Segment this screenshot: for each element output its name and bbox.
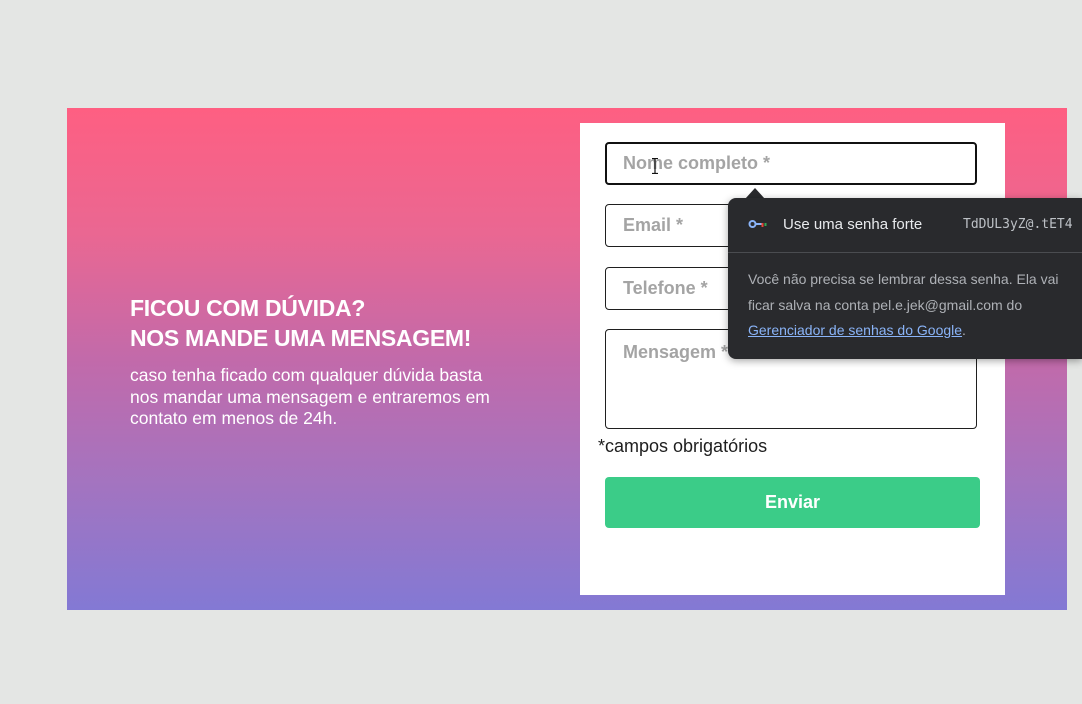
contact-intro: FICOU COM DÚVIDA? NOS MANDE UMA MENSAGEM… — [130, 293, 510, 430]
password-popup-description: Você não precisa se lembrar dessa senha.… — [748, 267, 1073, 344]
password-suggestion-popup: Use uma senha forte TdDUL3yZ@.tET4 Você … — [728, 198, 1082, 359]
name-input-placeholder: Nome completo * — [623, 153, 771, 173]
name-input[interactable]: Nome completo * — [605, 142, 977, 185]
intro-title: FICOU COM DÚVIDA? NOS MANDE UMA MENSAGEM… — [130, 293, 510, 353]
phone-input-placeholder: Telefone * — [623, 278, 708, 298]
email-input-placeholder: Email * — [623, 215, 684, 235]
key-icon — [748, 220, 767, 228]
popup-description-suffix: . — [962, 322, 966, 338]
required-fields-note: *campos obrigatórios — [598, 436, 768, 456]
use-strong-password-label: Use uma senha forte — [783, 216, 923, 233]
message-textarea-placeholder: Mensagem * — [623, 342, 729, 362]
submit-button[interactable]: Enviar — [605, 477, 980, 528]
suggested-password: TdDUL3yZ@.tET4 — [963, 217, 1073, 232]
intro-description: caso tenha ficado com qualquer dúvida ba… — [130, 365, 490, 428]
popup-divider — [728, 252, 1082, 253]
intro-title-line-2: NOS MANDE UMA MENSAGEM! — [130, 325, 472, 351]
popup-description-text: Você não precisa se lembrar dessa senha.… — [748, 271, 1059, 313]
use-strong-password-option[interactable]: Use uma senha forte TdDUL3yZ@.tET4 — [728, 198, 1082, 252]
google-password-manager-link[interactable]: Gerenciador de senhas do Google — [748, 322, 962, 338]
intro-title-line-1: FICOU COM DÚVIDA? — [130, 295, 366, 321]
text-cursor-icon — [652, 158, 658, 174]
